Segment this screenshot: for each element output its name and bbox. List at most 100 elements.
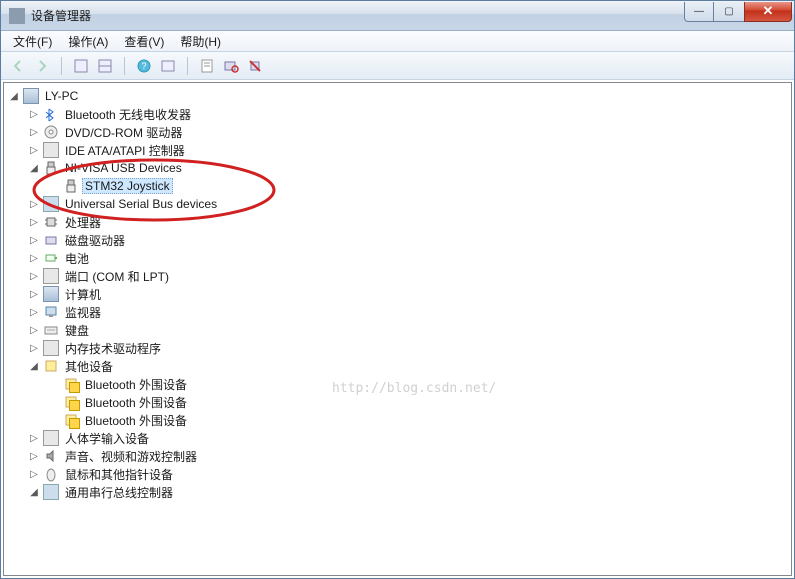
battery-icon <box>43 250 59 266</box>
tree-item-cpu[interactable]: ▷ 处理器 <box>8 213 791 231</box>
collapse-icon[interactable]: ◢ <box>28 162 40 174</box>
port-icon <box>43 268 59 284</box>
usb-icon <box>43 196 59 212</box>
expand-icon[interactable]: ▷ <box>28 216 40 228</box>
controller-icon <box>43 142 59 158</box>
forward-button <box>31 55 53 77</box>
expand-icon[interactable]: ▷ <box>28 468 40 480</box>
close-button[interactable]: ✕ <box>744 2 792 22</box>
expand-icon[interactable]: ▷ <box>28 198 40 210</box>
tree-item-label: 键盘 <box>62 321 92 340</box>
expand-icon[interactable]: ▷ <box>28 288 40 300</box>
window-controls: — ▢ ✕ <box>684 2 792 22</box>
tree-item-label: 声音、视频和游戏控制器 <box>62 447 200 466</box>
tree-item-computer[interactable]: ▷ 计算机 <box>8 285 791 303</box>
tree-item-label: DVD/CD-ROM 驱动器 <box>62 123 185 142</box>
disk-icon <box>43 232 59 248</box>
logo-text: 电子发烧友 <box>688 544 758 559</box>
expand-icon[interactable]: ▷ <box>28 432 40 444</box>
menu-help[interactable]: 帮助(H) <box>172 31 229 52</box>
menu-view[interactable]: 查看(V) <box>116 31 172 52</box>
tree-item-btperiph[interactable]: Bluetooth 外围设备 <box>8 375 791 393</box>
warning-device-icon <box>63 412 79 428</box>
uninstall-icon[interactable] <box>244 55 266 77</box>
back-button <box>7 55 29 77</box>
tree-item-label: NI-VISA USB Devices <box>62 160 185 176</box>
tree-item-label: Bluetooth 外围设备 <box>82 411 190 430</box>
cpu-icon <box>43 214 59 230</box>
expand-icon[interactable]: ▷ <box>28 342 40 354</box>
tree-item-label: 鼠标和其他指针设备 <box>62 465 176 484</box>
tree-item-stm32[interactable]: STM32 Joystick <box>8 177 791 195</box>
expand-icon[interactable]: ▷ <box>28 144 40 156</box>
tree-item-usbbus[interactable]: ◢ 通用串行总线控制器 <box>8 483 791 501</box>
bluetooth-icon <box>43 106 59 122</box>
help-icon[interactable]: ? <box>133 55 155 77</box>
hid-icon <box>43 430 59 446</box>
warning-device-icon <box>63 376 79 392</box>
tree-root[interactable]: ◢ LY-PC <box>8 87 791 105</box>
menu-file[interactable]: 文件(F) <box>5 31 60 52</box>
tree-item-disk[interactable]: ▷ 磁盘驱动器 <box>8 231 791 249</box>
tree-item-memtech[interactable]: ▷ 内存技术驱动程序 <box>8 339 791 357</box>
tb-icon-1[interactable] <box>70 55 92 77</box>
expand-icon[interactable]: ▷ <box>28 450 40 462</box>
tree-item-keyboard[interactable]: ▷ 键盘 <box>8 321 791 339</box>
expand-icon[interactable]: ▷ <box>28 108 40 120</box>
tree-item-battery[interactable]: ▷ 电池 <box>8 249 791 267</box>
tb-icon-2[interactable] <box>94 55 116 77</box>
scan-icon[interactable] <box>220 55 242 77</box>
root-label: LY-PC <box>42 88 81 104</box>
keyboard-icon <box>43 322 59 338</box>
titlebar[interactable]: 设备管理器 — ▢ ✕ <box>1 1 794 31</box>
tree-item-monitor[interactable]: ▷ 监视器 <box>8 303 791 321</box>
computer-icon <box>43 286 59 302</box>
expand-icon[interactable]: ▷ <box>28 252 40 264</box>
usb-bus-icon <box>43 484 59 500</box>
tree-item-label: 监视器 <box>62 303 104 322</box>
app-icon <box>9 8 25 24</box>
tree-item-hid[interactable]: ▷ 人体学输入设备 <box>8 429 791 447</box>
tree-item-label-selected: STM32 Joystick <box>82 178 173 194</box>
tree-item-label: 计算机 <box>62 285 104 304</box>
tree-item-ide[interactable]: ▷ IDE ATA/ATAPI 控制器 <box>8 141 791 159</box>
sound-icon <box>43 448 59 464</box>
disc-icon <box>43 124 59 140</box>
tree-item-mouse[interactable]: ▷ 鼠标和其他指针设备 <box>8 465 791 483</box>
tree-item-nivisa[interactable]: ◢ NI-VISA USB Devices <box>8 159 791 177</box>
tree-item-label: 通用串行总线控制器 <box>62 483 176 502</box>
tree-item-btperiph[interactable]: Bluetooth 外围设备 <box>8 411 791 429</box>
tree-item-label: 电池 <box>62 249 92 268</box>
properties-icon[interactable] <box>196 55 218 77</box>
svg-text:?: ? <box>141 61 146 71</box>
maximize-button[interactable]: ▢ <box>714 2 744 22</box>
minimize-button[interactable]: — <box>684 2 714 22</box>
tree-item-label: 端口 (COM 和 LPT) <box>62 267 172 286</box>
tree-item-sound[interactable]: ▷ 声音、视频和游戏控制器 <box>8 447 791 465</box>
tree-item-label: Bluetooth 无线电收发器 <box>62 105 194 124</box>
tb-icon-3[interactable] <box>157 55 179 77</box>
collapse-icon[interactable]: ◢ <box>28 360 40 372</box>
tree-item-label: Bluetooth 外围设备 <box>82 393 190 412</box>
usb-icon <box>43 160 59 176</box>
tree-item-label: Universal Serial Bus devices <box>62 196 220 212</box>
collapse-icon[interactable]: ◢ <box>8 90 20 102</box>
tree-item-ports[interactable]: ▷ 端口 (COM 和 LPT) <box>8 267 791 285</box>
tree-item-bluetooth[interactable]: ▷ Bluetooth 无线电收发器 <box>8 105 791 123</box>
expand-icon[interactable]: ▷ <box>28 234 40 246</box>
tree-item-btperiph[interactable]: Bluetooth 外围设备 <box>8 393 791 411</box>
usb-device-icon <box>63 178 79 194</box>
collapse-icon[interactable]: ◢ <box>28 486 40 498</box>
logo-subtext: ELECFANS.COM <box>688 561 783 571</box>
memory-icon <box>43 340 59 356</box>
expand-icon[interactable]: ▷ <box>28 126 40 138</box>
menu-action[interactable]: 操作(A) <box>60 31 116 52</box>
expand-icon[interactable]: ▷ <box>28 306 40 318</box>
expand-icon[interactable]: ▷ <box>28 270 40 282</box>
tree-item-other[interactable]: ◢ 其他设备 <box>8 357 791 375</box>
device-tree-panel[interactable]: ◢ LY-PC ▷ Bluetooth 无线电收发器 ▷ DVD/CD-ROM … <box>3 82 792 576</box>
tree-item-dvd[interactable]: ▷ DVD/CD-ROM 驱动器 <box>8 123 791 141</box>
expand-icon[interactable]: ▷ <box>28 324 40 336</box>
site-logo: 电子发烧友 ELECFANS.COM <box>656 541 783 571</box>
tree-item-usbdev[interactable]: ▷ Universal Serial Bus devices <box>8 195 791 213</box>
